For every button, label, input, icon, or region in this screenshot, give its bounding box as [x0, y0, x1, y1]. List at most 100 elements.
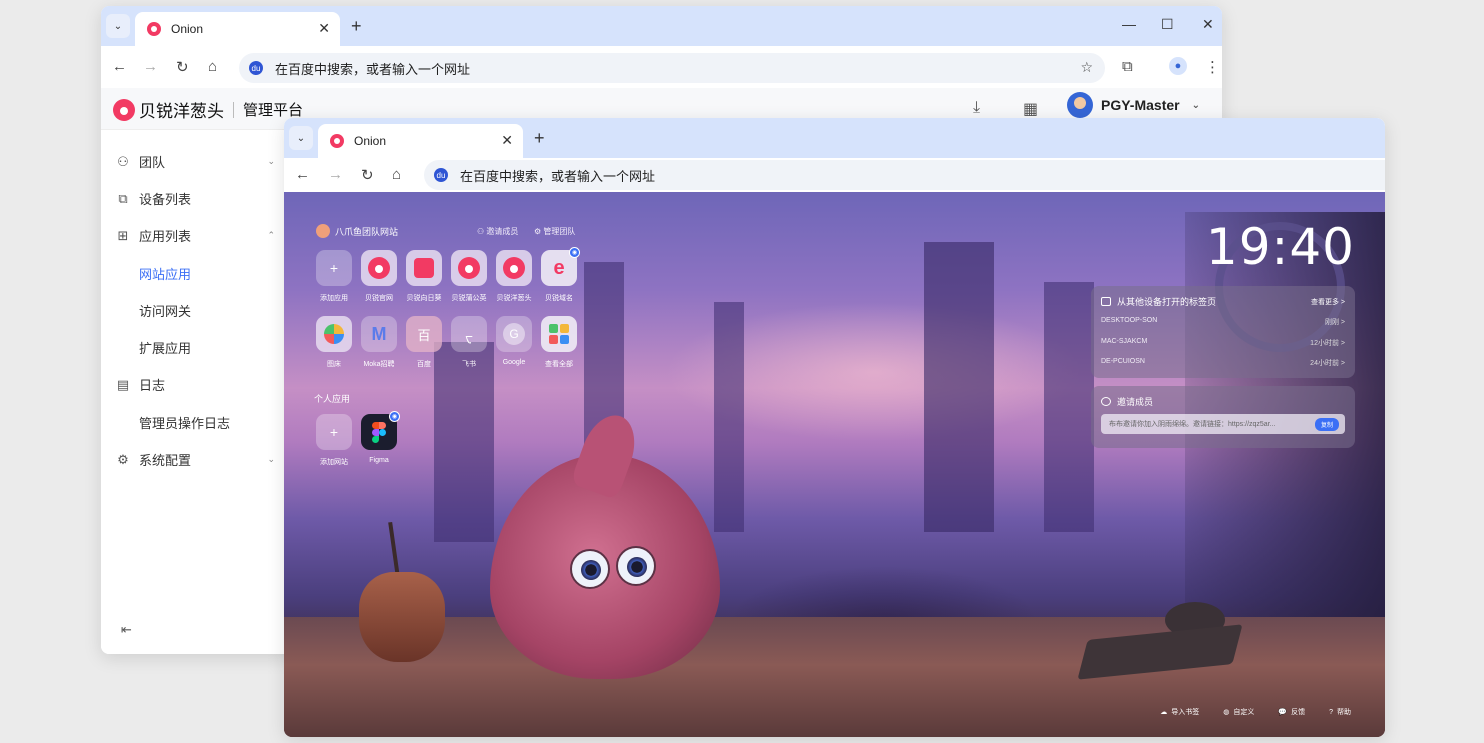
app-label: 百度	[417, 361, 431, 368]
invite-members-label: 邀请成员	[486, 227, 519, 236]
browser-toolbar: ← → ↻ ⌂ du 在百度中搜索，或者输入一个网址	[284, 158, 1385, 192]
app-label: 飞书	[462, 361, 476, 368]
import-bookmarks-link[interactable]: ☁ 导入书签	[1160, 707, 1199, 717]
address-bar[interactable]: du 在百度中搜索，或者输入一个网址 ☆	[239, 53, 1105, 83]
reload-icon[interactable]: ↻	[361, 166, 374, 184]
onion-favicon-icon	[147, 22, 161, 36]
sidebar-item-label: 扩展应用	[139, 341, 192, 356]
back-arrow-icon[interactable]: ←	[295, 166, 310, 183]
mascot-eye	[570, 549, 610, 589]
app-tile[interactable]: 百 百度	[402, 316, 446, 369]
device-row[interactable]: MAC-SJAKCM 12小时前 >	[1101, 338, 1345, 348]
device-name: DE-PCUIOSN	[1101, 358, 1145, 365]
add-app-button[interactable]: + 添加应用	[312, 250, 356, 303]
ntp-footer: ☁ 导入书签 ◍ 自定义 💬 反馈 ? 帮助	[1136, 707, 1351, 717]
tab-search-button[interactable]: ⌄	[289, 126, 313, 150]
star-icon[interactable]: ☆	[1080, 59, 1093, 76]
sidebar-item-web-apps[interactable]: 网站应用	[139, 264, 299, 283]
app-tile[interactable]: ◉ Figma	[357, 411, 401, 464]
sidebar-item-label: 访问网关	[139, 304, 192, 319]
tab-search-button[interactable]: ⌄	[106, 14, 130, 38]
palette-icon: ◍	[1223, 709, 1230, 716]
sidebar-item-label: 应用列表	[139, 229, 192, 244]
minimize-icon[interactable]: —	[1122, 16, 1136, 32]
sidebar-item-devices[interactable]: ⧉ 设备列表	[115, 189, 275, 208]
home-icon[interactable]: ⌂	[208, 58, 217, 75]
qrcode-icon[interactable]: ▦	[1023, 99, 1038, 119]
brand-subtitle: 管理平台	[243, 102, 304, 119]
device-row[interactable]: DESKTOOP-SON 刚刚 >	[1101, 317, 1345, 327]
new-tab-button[interactable]: +	[351, 16, 362, 37]
sidebar-item-gateway[interactable]: 访问网关	[139, 301, 299, 320]
browser-tab[interactable]: Onion ✕	[135, 12, 340, 46]
app-tile[interactable]: G Google	[492, 316, 536, 366]
app-tile[interactable]: 贝锐官网	[357, 250, 401, 303]
forward-arrow-icon[interactable]: →	[328, 166, 343, 183]
address-placeholder: 在百度中搜索，或者输入一个网址	[460, 168, 656, 184]
sidebar-item-config[interactable]: ⚙ 系统配置 ⌄	[115, 450, 275, 469]
sidebar-item-team[interactable]: ⚇ 团队 ⌄	[115, 152, 275, 171]
sidebar-item-admin-logs[interactable]: 管理员操作日志	[139, 413, 299, 432]
tab-strip: ⌄ Onion ✕ + — ☐ ✕	[101, 6, 1222, 46]
shared-badge-icon: ◉	[569, 247, 580, 258]
brand[interactable]: 贝锐洋葱头 管理平台	[113, 97, 303, 122]
more-menu-icon[interactable]: ⋮	[1205, 58, 1220, 76]
device-row[interactable]: DE-PCUIOSN 24小时前 >	[1101, 358, 1345, 368]
back-arrow-icon[interactable]: ←	[112, 58, 127, 75]
google-icon: G	[496, 316, 532, 352]
reload-icon[interactable]: ↻	[176, 58, 189, 76]
sidebar-item-label: 系统配置	[139, 453, 192, 468]
extensions-icon[interactable]: ⧉	[1122, 58, 1133, 75]
app-tile[interactable]: ᠸ 飞书	[447, 316, 491, 369]
manage-team-link[interactable]: ⚙ 管理团队	[534, 226, 575, 237]
browser-tab[interactable]: Onion ✕	[318, 124, 523, 158]
divider	[233, 101, 234, 118]
view-more-link[interactable]: 查看更多 >	[1311, 297, 1345, 307]
maximize-icon[interactable]: ☐	[1161, 16, 1174, 33]
plus-icon: +	[316, 414, 352, 450]
feedback-link[interactable]: 💬 反馈	[1278, 707, 1305, 717]
invite-members-link[interactable]: ⚇ 邀请成员	[477, 226, 518, 237]
device-name: MAC-SJAKCM	[1101, 338, 1148, 345]
sidebar-item-label: 网站应用	[139, 267, 192, 282]
forward-arrow-icon[interactable]: →	[143, 58, 158, 75]
new-tab-button[interactable]: +	[534, 128, 545, 149]
avatar	[1067, 92, 1093, 118]
address-bar[interactable]: du 在百度中搜索，或者输入一个网址	[424, 160, 1385, 190]
apps-grid-icon: ⊞	[117, 227, 129, 243]
domain-icon: e ◉	[541, 247, 580, 286]
help-link[interactable]: ? 帮助	[1329, 707, 1351, 717]
team-site-header[interactable]: 八爪鱼团队网站	[316, 224, 398, 238]
invite-link-field[interactable]: 布布邀请你加入阴雨绵绵。邀请链接：https://zqz5ar... 复制	[1101, 414, 1345, 434]
app-tile[interactable]: 图床	[312, 316, 356, 369]
customize-link[interactable]: ◍ 自定义	[1223, 707, 1254, 717]
collapse-sidebar-icon[interactable]: ⇤	[121, 622, 132, 638]
app-tile[interactable]: e ◉ 贝锐域名	[537, 247, 581, 303]
app-tile[interactable]: 贝锐蒲公英	[447, 250, 491, 303]
close-icon[interactable]: ✕	[501, 132, 513, 149]
download-icon[interactable]: ⤓	[973, 99, 980, 117]
invite-text: 布布邀请你加入阴雨绵绵。邀请链接：https://zqz5ar...	[1109, 421, 1276, 428]
sidebar-item-apps[interactable]: ⊞ 应用列表 ⌃	[115, 226, 275, 245]
panel-title: 从其他设备打开的标签页	[1117, 297, 1217, 307]
add-website-button[interactable]: + 添加网站	[312, 414, 356, 467]
device-time: 24小时前 >	[1310, 360, 1345, 367]
app-label: 贝锐蒲公英	[451, 295, 487, 302]
window-close-icon[interactable]: ✕	[1202, 16, 1214, 33]
app-label: Google	[502, 359, 526, 366]
chevron-down-icon: ⌄	[267, 156, 275, 166]
app-tile[interactable]: 贝锐向日葵	[402, 250, 446, 303]
sidebar-item-logs[interactable]: ▤ 日志	[115, 375, 275, 394]
view-all-apps-button[interactable]: 查看全部	[537, 316, 581, 369]
profile-icon[interactable]: ●	[1169, 57, 1187, 75]
app-tile[interactable]: M Moka招聘	[357, 316, 401, 369]
close-icon[interactable]: ✕	[318, 20, 330, 37]
user-menu[interactable]: PGY-Master ⌄	[1067, 92, 1200, 118]
tile-glyph: +	[329, 260, 339, 276]
app-tile[interactable]: 贝锐洋葱头	[492, 250, 536, 303]
app-label: 添加应用	[320, 295, 348, 302]
invite-panel: 邀请成员 布布邀请你加入阴雨绵绵。邀请链接：https://zqz5ar... …	[1091, 386, 1355, 448]
copy-button[interactable]: 复制	[1314, 418, 1339, 431]
home-icon[interactable]: ⌂	[392, 166, 401, 183]
sidebar-item-ext-apps[interactable]: 扩展应用	[139, 338, 299, 357]
